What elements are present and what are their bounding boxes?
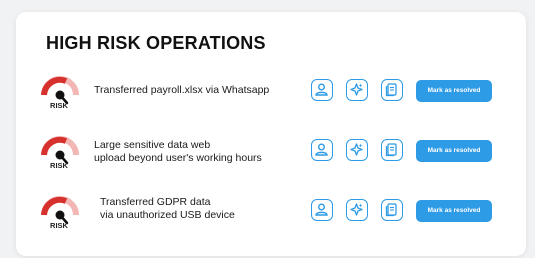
risk-label: RISK [50, 101, 68, 110]
risk-label: RISK [50, 221, 68, 230]
sparkle-icon[interactable] [346, 199, 368, 221]
mark-as-resolved-button[interactable]: Mark as resolved [416, 140, 492, 162]
risk-label: RISK [50, 161, 68, 170]
description-line: Transferred payroll.xlsx via Whatsapp [94, 84, 270, 96]
user-icon[interactable] [311, 199, 333, 221]
description-line: Large sensitive data web [94, 139, 211, 151]
document-icon[interactable] [381, 79, 403, 101]
risk-gauge-icon: RISK [40, 190, 82, 234]
operation-row: RISK Large sensitive data web upload bey… [16, 130, 526, 174]
sparkle-icon[interactable] [346, 139, 368, 161]
user-icon[interactable] [311, 139, 333, 161]
operation-row: RISK Transferred payroll.xlsx via Whatsa… [16, 70, 526, 114]
risk-gauge-icon: RISK [40, 70, 82, 114]
card-title: HIGH RISK OPERATIONS [46, 33, 266, 53]
risk-gauge-icon: RISK [40, 130, 82, 174]
operation-row: RISK Transferred GDPR data via unauthori… [16, 190, 526, 234]
document-icon[interactable] [381, 139, 403, 161]
operation-description: Transferred payroll.xlsx via Whatsapp [94, 84, 269, 97]
mark-as-resolved-button[interactable]: Mark as resolved [416, 200, 492, 222]
description-line: Transferred GDPR data [100, 196, 211, 208]
description-line: via unauthorized USB device [100, 209, 235, 221]
description-line: upload beyond user's working hours [94, 152, 262, 164]
high-risk-operations-card: HIGH RISK OPERATIONS RISK Transferred pa… [16, 12, 526, 256]
user-icon[interactable] [311, 79, 333, 101]
document-icon[interactable] [381, 199, 403, 221]
operation-description: Transferred GDPR data via unauthorized U… [100, 196, 235, 222]
mark-as-resolved-button[interactable]: Mark as resolved [416, 80, 492, 102]
operation-description: Large sensitive data web upload beyond u… [94, 139, 262, 165]
sparkle-icon[interactable] [346, 79, 368, 101]
